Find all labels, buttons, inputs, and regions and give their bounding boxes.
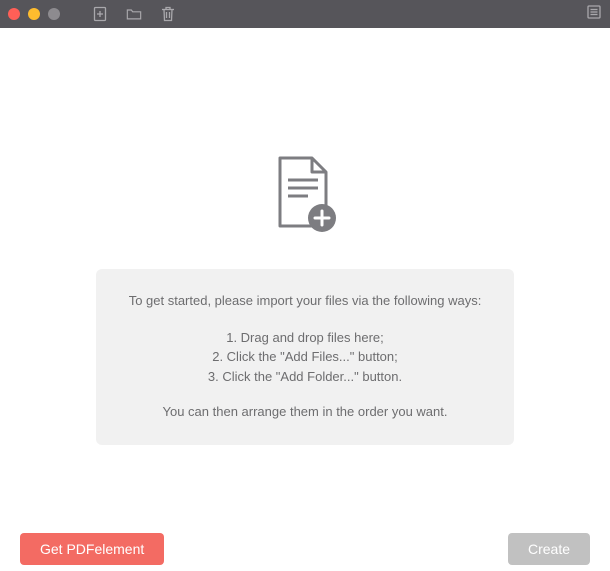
close-window-button[interactable] [8, 8, 20, 20]
toolbar [92, 6, 176, 22]
instructions-intro: To get started, please import your files… [116, 291, 494, 312]
main-content: To get started, please import your files… [0, 28, 610, 531]
instructions-steps: 1. Drag and drop files here; 2. Click th… [116, 328, 494, 387]
instructions-outro: You can then arrange them in the order y… [116, 402, 494, 423]
instruction-step-3: 3. Click the "Add Folder..." button. [116, 367, 494, 387]
trash-icon[interactable] [160, 6, 176, 22]
instruction-step-2: 2. Click the "Add Files..." button; [116, 347, 494, 367]
get-pdfelement-button[interactable]: Get PDFelement [20, 533, 164, 565]
titlebar [0, 0, 610, 28]
instructions-panel: To get started, please import your files… [96, 269, 514, 445]
maximize-window-button [48, 8, 60, 20]
add-file-icon[interactable] [92, 6, 108, 22]
document-add-icon [270, 154, 340, 241]
add-folder-icon[interactable] [126, 6, 142, 22]
create-button: Create [508, 533, 590, 565]
window-controls [8, 8, 60, 20]
footer-bar: Get PDFelement Create [0, 531, 610, 571]
list-view-icon[interactable] [586, 4, 602, 20]
minimize-window-button[interactable] [28, 8, 40, 20]
instruction-step-1: 1. Drag and drop files here; [116, 328, 494, 348]
